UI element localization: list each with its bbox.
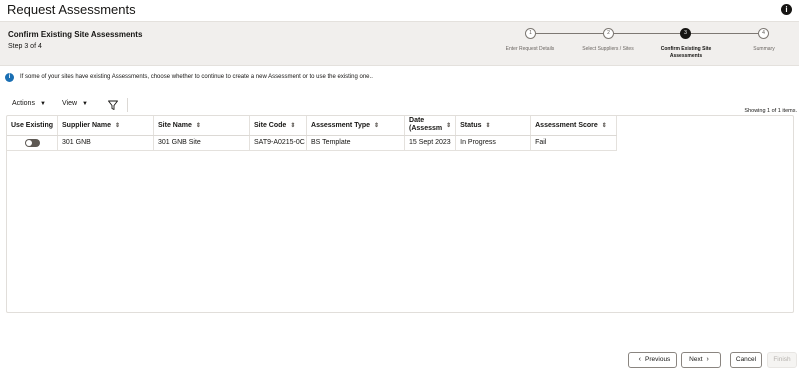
view-menu-button[interactable]: View ▼ — [62, 100, 88, 107]
site-name-cell: 301 GNB Site — [153, 135, 251, 151]
previous-button[interactable]: ‹ Previous — [628, 352, 677, 368]
next-button[interactable]: Next › — [681, 352, 721, 368]
train-connector — [686, 33, 764, 34]
column-header-label: Site Name — [158, 121, 192, 129]
column-header-label: Use Existing — [11, 121, 54, 129]
finish-button[interactable]: Finish — [767, 352, 797, 368]
caret-down-icon: ▼ — [82, 101, 88, 107]
info-icon: i — [5, 73, 14, 82]
train-stop-4[interactable]: 4 — [758, 28, 769, 39]
sort-icon[interactable]: ⇕ — [196, 123, 201, 129]
table-row[interactable]: 301 GNB 301 GNB Site SAT9-A0215-0C BS Te… — [7, 135, 618, 151]
actions-menu-label: Actions — [12, 100, 35, 107]
status-cell: In Progress — [455, 135, 532, 151]
train-stop-1[interactable]: 1 — [525, 28, 536, 39]
info-message-text: If some of your sites have existing Asse… — [20, 74, 373, 80]
sort-icon[interactable]: ⇕ — [486, 123, 491, 129]
assessment-type-cell: BS Template — [306, 135, 406, 151]
column-header-status[interactable]: Status ⇕ — [455, 116, 532, 136]
page-header: Request Assessments i — [0, 0, 799, 21]
step-indicator: Step 3 of 4 — [8, 43, 42, 50]
column-header-assessment-score[interactable]: Assessment Score ⇕ — [530, 116, 618, 136]
table-toolbar: Actions ▼ View ▼ — [7, 98, 797, 112]
next-button-label: Next — [689, 356, 703, 363]
use-existing-toggle[interactable] — [24, 138, 40, 147]
chevron-right-icon: › — [706, 356, 709, 363]
train-connector — [608, 33, 686, 34]
use-existing-cell — [7, 135, 59, 151]
chevron-left-icon: ‹ — [638, 356, 642, 363]
column-header-use-existing[interactable]: Use Existing — [7, 116, 59, 136]
sort-icon[interactable]: ⇕ — [602, 123, 607, 129]
column-header-label: Status — [460, 121, 482, 129]
toggle-knob — [25, 139, 32, 146]
column-header-label: Supplier Name — [62, 121, 112, 129]
column-header-site-name[interactable]: Site Name ⇕ — [153, 116, 251, 136]
sort-icon[interactable]: ⇕ — [115, 123, 120, 129]
sort-icon[interactable]: ⇕ — [290, 123, 295, 129]
column-header-date[interactable]: Date (Assessm ⇕ — [404, 116, 457, 136]
train-stop-label[interactable]: Summary — [729, 46, 799, 53]
train-stop-2[interactable]: 2 — [603, 28, 614, 39]
column-header-label: Assessment Type — [311, 121, 371, 129]
train-stop-label[interactable]: Confirm Existing Site Assessments — [651, 46, 721, 60]
column-header-label: Site Code — [254, 121, 287, 129]
site-code-cell: SAT9-A0215-0C — [249, 135, 308, 151]
column-header-label: Assessment Score — [535, 121, 598, 129]
filter-icon[interactable] — [107, 99, 119, 111]
assessment-score-cell: Fail — [530, 135, 618, 151]
train-stop-label[interactable]: Select Suppliers / Sites — [573, 46, 643, 53]
train-connector — [535, 33, 608, 34]
cancel-button[interactable]: Cancel — [730, 352, 762, 368]
date-header-line2: (Assessm — [409, 125, 443, 133]
train-stop-3[interactable]: 3 — [680, 28, 691, 39]
date-cell: 15 Sept 2023 — [404, 135, 457, 151]
column-header-label: Date (Assessm — [409, 117, 442, 133]
caret-down-icon: ▼ — [39, 101, 46, 107]
column-header-site-code[interactable]: Site Code ⇕ — [249, 116, 308, 136]
sort-icon[interactable]: ⇕ — [446, 123, 451, 129]
table-header-row: Use Existing Supplier Name ⇕ Site Name ⇕ S… — [7, 116, 618, 136]
supplier-name-cell: 301 GNB — [57, 135, 155, 151]
assessments-table: Use Existing Supplier Name ⇕ Site Name ⇕ S… — [6, 115, 794, 313]
previous-button-label: Previous — [645, 356, 671, 363]
actions-menu-button[interactable]: Actions ▼ — [12, 100, 46, 107]
toolbar-divider — [127, 98, 128, 112]
info-icon[interactable]: i — [781, 4, 792, 15]
page-header-title: Request Assessments — [7, 2, 136, 17]
finish-button-label: Finish — [773, 356, 791, 363]
train-stop-label[interactable]: Enter Request Details — [495, 46, 565, 53]
sort-icon[interactable]: ⇕ — [374, 123, 379, 129]
column-header-supplier-name[interactable]: Supplier Name ⇕ — [57, 116, 155, 136]
page-title: Confirm Existing Site Assessments — [8, 30, 143, 39]
view-menu-label: View — [62, 100, 78, 107]
item-count: Showing 1 of 1 items. — [744, 108, 797, 114]
column-header-assessment-type[interactable]: Assessment Type ⇕ — [306, 116, 406, 136]
cancel-button-label: Cancel — [735, 356, 757, 363]
process-train: Confirm Existing Site Assessments Step 3… — [0, 21, 799, 66]
date-header-line1: Date — [409, 117, 425, 125]
